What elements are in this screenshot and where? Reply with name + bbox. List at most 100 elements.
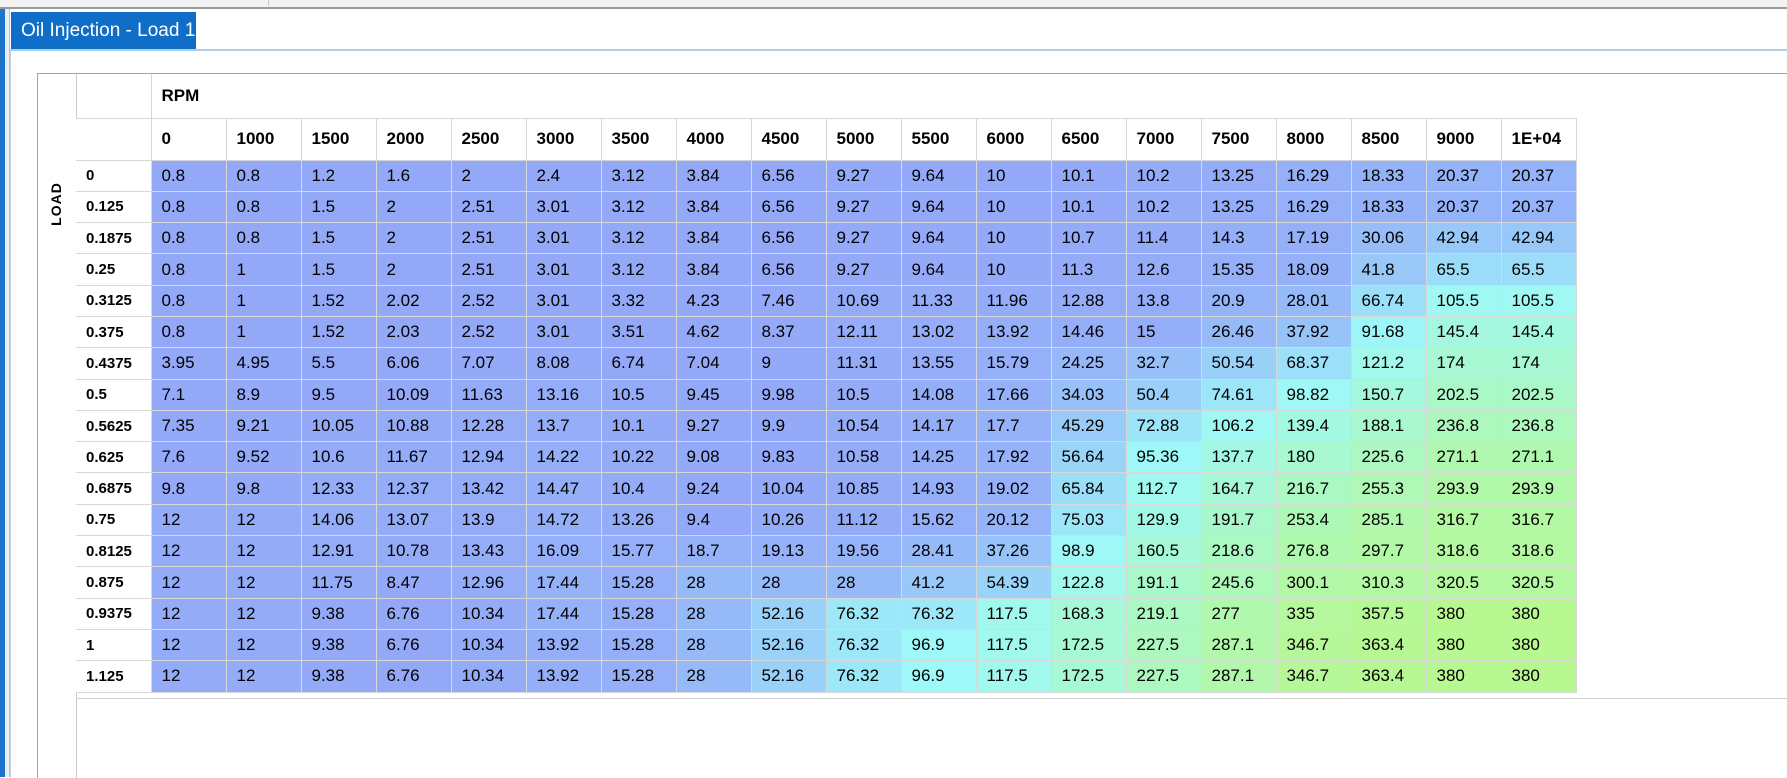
table-cell[interactable]: 20.9 xyxy=(1201,285,1277,317)
table-cell[interactable]: 76.32 xyxy=(901,598,977,630)
table-cell[interactable]: 1.2 xyxy=(301,160,377,192)
rpm-column-header[interactable]: 6000 xyxy=(976,118,1052,161)
table-cell[interactable]: 15.35 xyxy=(1201,253,1277,286)
table-cell[interactable]: 18.33 xyxy=(1351,191,1427,224)
rpm-column-header[interactable]: 3500 xyxy=(601,118,677,161)
table-cell[interactable]: 7.6 xyxy=(151,441,227,474)
table-cell[interactable]: 12.33 xyxy=(301,472,377,505)
table-cell[interactable]: 74.61 xyxy=(1201,379,1277,411)
table-cell[interactable]: 9.21 xyxy=(226,410,302,443)
rpm-column-header[interactable]: 8000 xyxy=(1276,118,1352,161)
table-cell[interactable]: 287.1 xyxy=(1201,660,1277,693)
table-cell[interactable]: 76.32 xyxy=(826,660,902,693)
table-cell[interactable]: 10.05 xyxy=(301,410,377,443)
table-cell[interactable]: 316.7 xyxy=(1426,504,1502,537)
table-cell[interactable]: 4.95 xyxy=(226,347,302,380)
table-cell[interactable]: 172.5 xyxy=(1051,629,1127,662)
table-cell[interactable]: 6.76 xyxy=(376,629,452,662)
table-cell[interactable]: 6.06 xyxy=(376,347,452,380)
table-cell[interactable]: 236.8 xyxy=(1426,410,1502,443)
table-cell[interactable]: 8.08 xyxy=(526,347,602,380)
table-cell[interactable]: 9.38 xyxy=(301,629,377,662)
table-cell[interactable]: 12.88 xyxy=(1051,285,1127,317)
table-cell[interactable]: 346.7 xyxy=(1276,660,1352,693)
table-cell[interactable]: 105.5 xyxy=(1501,285,1577,317)
table-cell[interactable]: 52.16 xyxy=(751,629,827,662)
table-cell[interactable]: 117.5 xyxy=(976,598,1052,630)
table-cell[interactable]: 96.9 xyxy=(901,629,977,662)
table-cell[interactable]: 0.8 xyxy=(151,191,227,224)
table-cell[interactable]: 191.7 xyxy=(1201,504,1277,537)
table-cell[interactable]: 24.25 xyxy=(1051,347,1127,380)
table-cell[interactable]: 11.75 xyxy=(301,566,377,599)
table-cell[interactable]: 13.43 xyxy=(451,535,527,568)
table-cell[interactable]: 15 xyxy=(1126,316,1202,349)
table-cell[interactable]: 271.1 xyxy=(1426,441,1502,474)
load-row-header[interactable]: 0.1875 xyxy=(76,222,152,255)
table-cell[interactable]: 13.92 xyxy=(976,316,1052,349)
table-cell[interactable]: 26.46 xyxy=(1201,316,1277,349)
table-cell[interactable]: 2 xyxy=(376,191,452,224)
table-cell[interactable]: 10 xyxy=(976,160,1052,192)
table-cell[interactable]: 10.22 xyxy=(601,441,677,474)
table-cell[interactable]: 14.08 xyxy=(901,379,977,411)
table-cell[interactable]: 13.7 xyxy=(526,410,602,443)
table-cell[interactable]: 17.19 xyxy=(1276,222,1352,255)
table-cell[interactable]: 15.77 xyxy=(601,535,677,568)
table-cell[interactable]: 15.79 xyxy=(976,347,1052,380)
table-cell[interactable]: 3.01 xyxy=(526,285,602,317)
table-cell[interactable]: 3.84 xyxy=(676,253,752,286)
table-cell[interactable]: 14.17 xyxy=(901,410,977,443)
load-row-header[interactable]: 0.4375 xyxy=(76,347,152,380)
table-cell[interactable]: 12 xyxy=(226,504,302,537)
table-cell[interactable]: 310.3 xyxy=(1351,566,1427,599)
rpm-column-header[interactable]: 5500 xyxy=(901,118,977,161)
table-cell[interactable]: 5.5 xyxy=(301,347,377,380)
table-cell[interactable]: 9.24 xyxy=(676,472,752,505)
table-cell[interactable]: 3.01 xyxy=(526,316,602,349)
table-cell[interactable]: 320.5 xyxy=(1426,566,1502,599)
table-cell[interactable]: 357.5 xyxy=(1351,598,1427,630)
table-cell[interactable]: 168.3 xyxy=(1051,598,1127,630)
table-cell[interactable]: 12 xyxy=(151,566,227,599)
rpm-column-header[interactable]: 7000 xyxy=(1126,118,1202,161)
load-row-header[interactable]: 0.25 xyxy=(76,253,152,286)
table-cell[interactable]: 18.33 xyxy=(1351,160,1427,192)
table-cell[interactable]: 0.8 xyxy=(151,316,227,349)
table-cell[interactable]: 9.64 xyxy=(901,191,977,224)
table-cell[interactable]: 56.64 xyxy=(1051,441,1127,474)
table-cell[interactable]: 8.9 xyxy=(226,379,302,411)
table-cell[interactable]: 271.1 xyxy=(1501,441,1577,474)
load-row-header[interactable]: 0.75 xyxy=(76,504,152,537)
table-cell[interactable]: 72.88 xyxy=(1126,410,1202,443)
table-cell[interactable]: 12.94 xyxy=(451,441,527,474)
table-cell[interactable]: 316.7 xyxy=(1501,504,1577,537)
table-cell[interactable]: 20.37 xyxy=(1501,160,1577,192)
table-cell[interactable]: 10.88 xyxy=(376,410,452,443)
table-cell[interactable]: 19.13 xyxy=(751,535,827,568)
table-cell[interactable]: 14.3 xyxy=(1201,222,1277,255)
table-cell[interactable]: 6.74 xyxy=(601,347,677,380)
table-cell[interactable]: 145.4 xyxy=(1501,316,1577,349)
table-cell[interactable]: 37.26 xyxy=(976,535,1052,568)
table-cell[interactable]: 10 xyxy=(976,253,1052,286)
table-cell[interactable]: 17.44 xyxy=(526,566,602,599)
table-cell[interactable]: 3.12 xyxy=(601,191,677,224)
table-cell[interactable]: 37.92 xyxy=(1276,316,1352,349)
table-cell[interactable]: 13.42 xyxy=(451,472,527,505)
table-cell[interactable]: 9.45 xyxy=(676,379,752,411)
table-cell[interactable]: 20.37 xyxy=(1501,191,1577,224)
table-cell[interactable]: 12.37 xyxy=(376,472,452,505)
table-cell[interactable]: 10.54 xyxy=(826,410,902,443)
rpm-column-header[interactable]: 9000 xyxy=(1426,118,1502,161)
table-cell[interactable]: 12.91 xyxy=(301,535,377,568)
table-cell[interactable]: 3.51 xyxy=(601,316,677,349)
table-cell[interactable]: 7.04 xyxy=(676,347,752,380)
table-cell[interactable]: 20.37 xyxy=(1426,160,1502,192)
table-cell[interactable]: 14.72 xyxy=(526,504,602,537)
table-cell[interactable]: 11.33 xyxy=(901,285,977,317)
table-cell[interactable]: 174 xyxy=(1501,347,1577,380)
table-cell[interactable]: 3.01 xyxy=(526,191,602,224)
table-cell[interactable]: 9.27 xyxy=(676,410,752,443)
table-cell[interactable]: 10.7 xyxy=(1051,222,1127,255)
